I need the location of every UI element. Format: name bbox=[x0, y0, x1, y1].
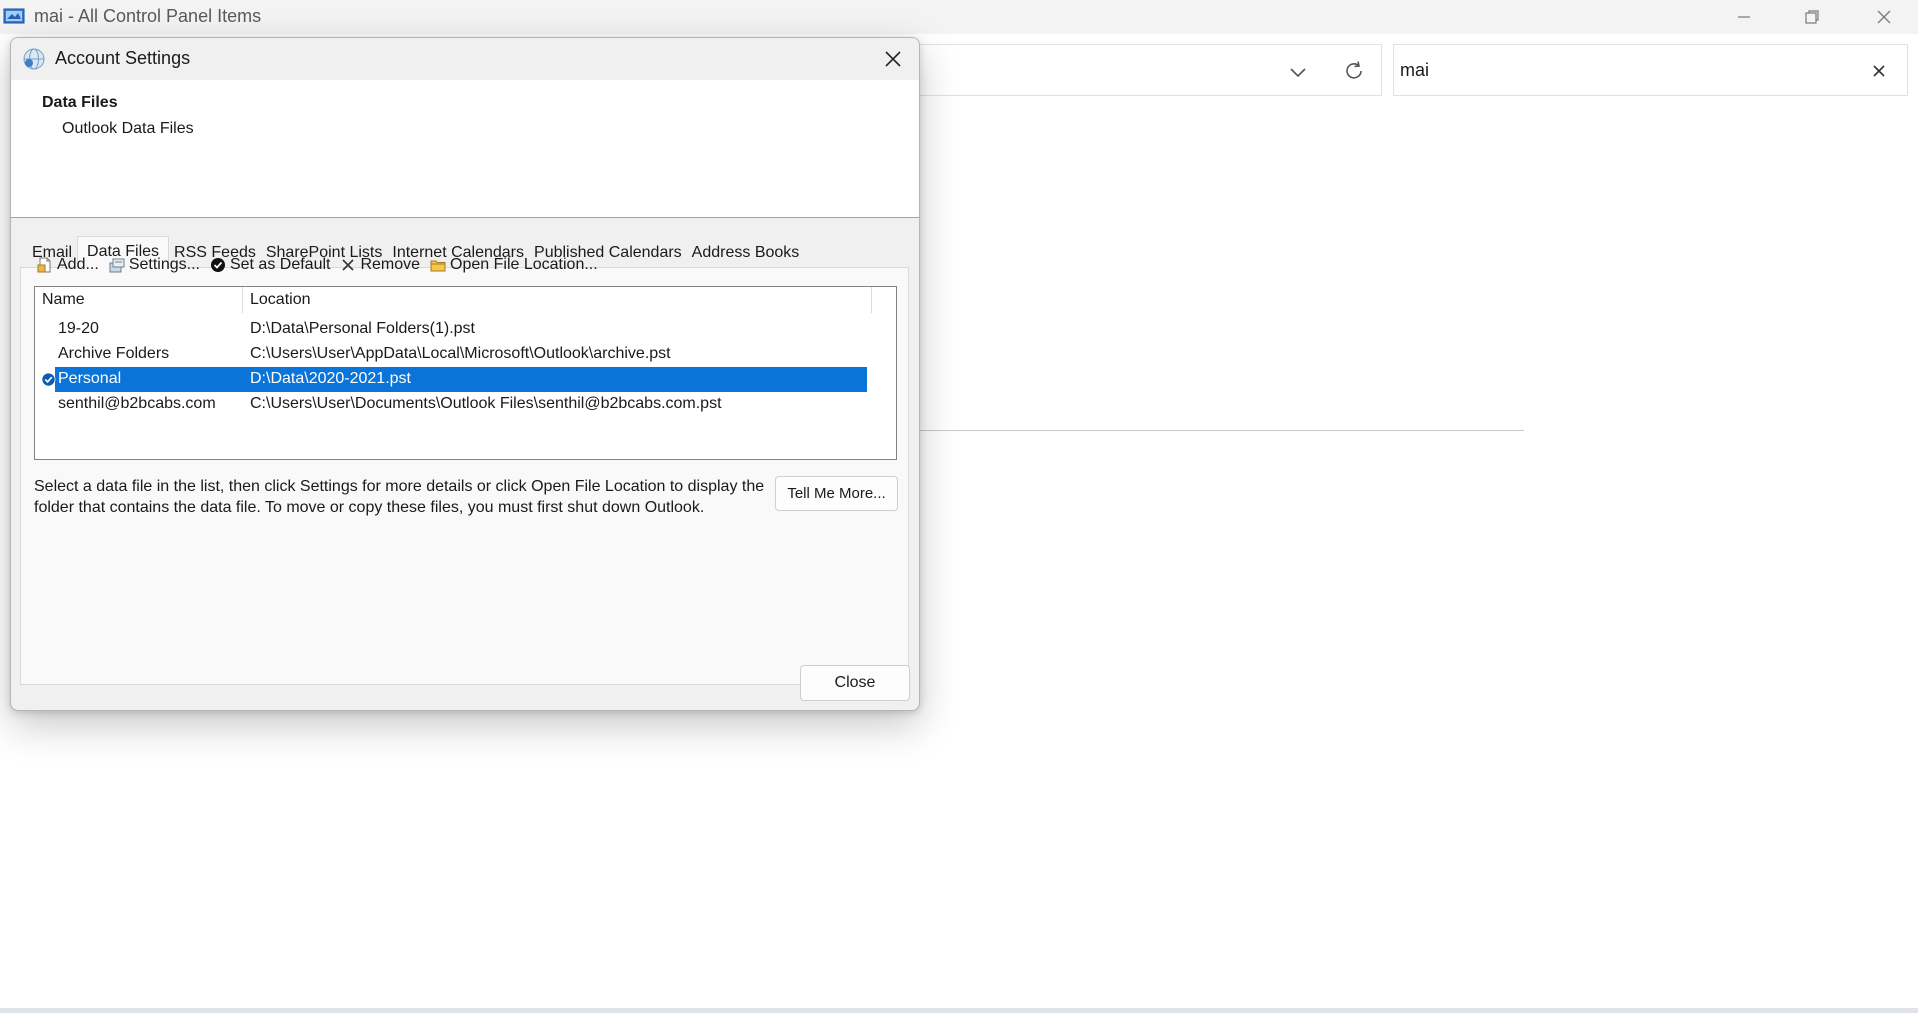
refresh-icon[interactable] bbox=[1334, 54, 1374, 88]
table-row-selected[interactable]: Personal D:\Data\2020-2021.pst bbox=[35, 367, 896, 392]
control-panel-titlebar: mai - All Control Panel Items bbox=[0, 0, 1918, 34]
window-close-button[interactable] bbox=[1850, 0, 1918, 34]
chevron-down-icon[interactable] bbox=[1280, 56, 1316, 88]
section-title: Data Files bbox=[42, 94, 118, 111]
checkmark-circle-icon bbox=[210, 257, 226, 273]
row-location: D:\Data\2020-2021.pst bbox=[250, 370, 411, 387]
folder-icon bbox=[430, 257, 446, 273]
content-divider bbox=[918, 430, 1524, 431]
taskbar-edge bbox=[0, 1008, 1918, 1013]
open-file-location-label: Open File Location... bbox=[450, 256, 598, 273]
remove-button-label: Remove bbox=[360, 256, 421, 273]
dialog-titlebar: Account Settings bbox=[11, 38, 919, 80]
minimize-button[interactable] bbox=[1710, 0, 1778, 34]
remove-button[interactable]: Remove bbox=[340, 256, 420, 274]
close-button[interactable]: Close bbox=[800, 665, 910, 701]
add-button-label: Add... bbox=[57, 256, 99, 273]
data-files-list[interactable]: Name Location 19-20 D:\Data\Personal Fol… bbox=[34, 286, 897, 460]
column-header-name[interactable]: Name bbox=[42, 291, 85, 309]
default-checkmark-icon bbox=[41, 372, 56, 387]
dialog-title: Account Settings bbox=[55, 48, 191, 68]
table-row[interactable]: 19-20 D:\Data\Personal Folders(1).pst bbox=[35, 317, 896, 342]
row-name: Archive Folders bbox=[58, 345, 170, 362]
dialog-close-icon[interactable] bbox=[873, 42, 913, 76]
search-box[interactable] bbox=[1393, 44, 1908, 96]
row-location: C:\Users\User\AppData\Local\Microsoft\Ou… bbox=[250, 345, 671, 362]
column-separator[interactable] bbox=[242, 287, 243, 313]
account-settings-dialog: Account Settings Data Files Outlook Data… bbox=[10, 37, 920, 711]
table-row[interactable]: Archive Folders C:\Users\User\AppData\Lo… bbox=[35, 342, 896, 367]
row-location: D:\Data\Personal Folders(1).pst bbox=[250, 320, 475, 337]
set-as-default-label: Set as Default bbox=[229, 256, 331, 273]
restore-button[interactable] bbox=[1778, 0, 1846, 34]
settings-button[interactable]: Settings... bbox=[109, 256, 200, 274]
add-button[interactable]: Add... bbox=[37, 256, 99, 274]
add-file-icon bbox=[37, 257, 53, 273]
table-row[interactable]: senthil@b2bcabs.com C:\Users\User\Docume… bbox=[35, 392, 896, 417]
help-text: Select a data file in the list, then cli… bbox=[34, 478, 765, 516]
tell-me-more-button[interactable]: Tell Me More... bbox=[775, 476, 898, 511]
settings-icon bbox=[109, 257, 125, 273]
window-title: mai - All Control Panel Items bbox=[34, 6, 262, 26]
column-separator[interactable] bbox=[871, 287, 872, 313]
list-header: Name Location bbox=[35, 287, 896, 313]
row-location: C:\Users\User\Documents\Outlook Files\se… bbox=[250, 395, 722, 412]
set-as-default-button[interactable]: Set as Default bbox=[210, 256, 331, 274]
row-name: Personal bbox=[58, 370, 122, 387]
row-name: 19-20 bbox=[58, 320, 99, 337]
settings-button-label: Settings... bbox=[128, 256, 200, 273]
open-file-location-button[interactable]: Open File Location... bbox=[430, 256, 598, 274]
tab-address-books[interactable]: Address Books bbox=[687, 238, 805, 268]
data-files-toolbar: Add... Settings... Set as Default Remove… bbox=[37, 252, 598, 278]
control-panel-icon bbox=[3, 8, 25, 26]
search-input[interactable]: mai bbox=[1400, 60, 1429, 81]
clear-search-icon[interactable] bbox=[1862, 56, 1896, 86]
remove-x-icon bbox=[340, 257, 356, 273]
outlook-globe-icon bbox=[21, 46, 47, 72]
section-subtitle: Outlook Data Files bbox=[62, 120, 194, 137]
dialog-header-panel bbox=[11, 80, 919, 218]
column-header-location[interactable]: Location bbox=[250, 291, 311, 309]
selection-highlight bbox=[55, 367, 867, 392]
row-name: senthil@b2bcabs.com bbox=[58, 395, 216, 412]
